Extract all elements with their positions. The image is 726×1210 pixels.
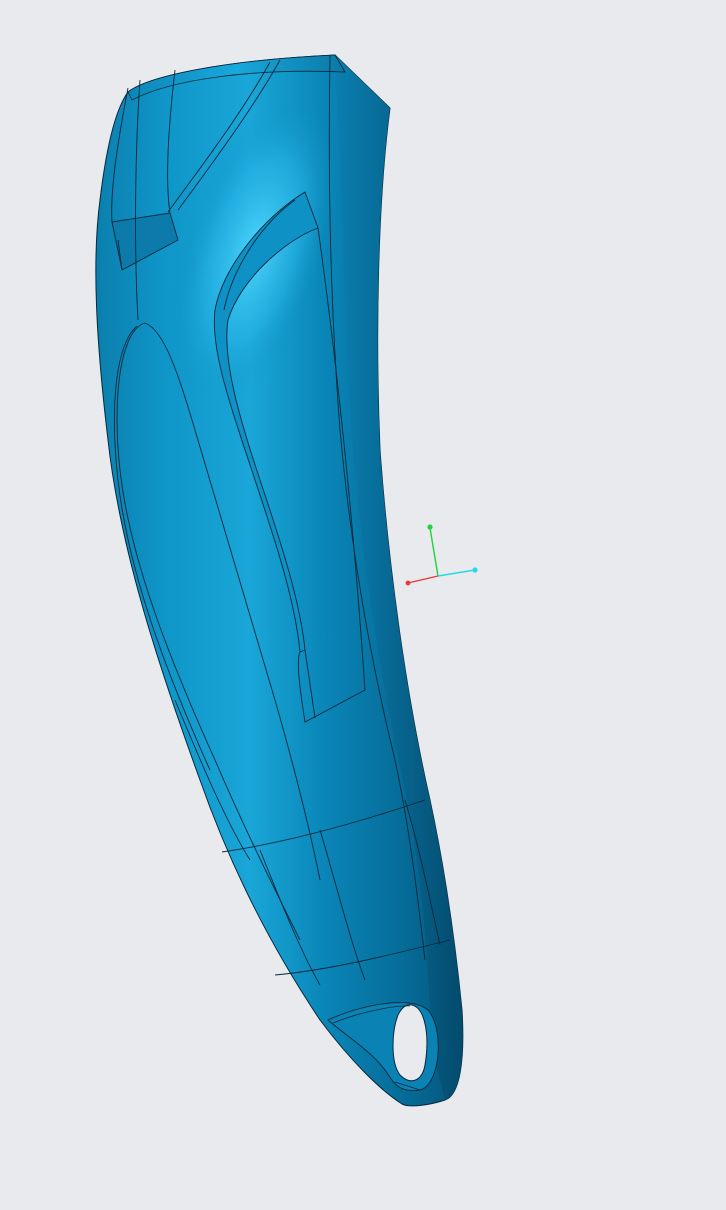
loop-hole bbox=[392, 1004, 428, 1082]
model-canvas[interactable] bbox=[0, 0, 726, 1210]
y-axis-tip bbox=[427, 524, 433, 530]
coordinate-triad-icon bbox=[405, 524, 478, 586]
x-axis-tip bbox=[405, 580, 411, 586]
cad-3d-viewport[interactable] bbox=[0, 0, 726, 1210]
z-axis-tip bbox=[472, 567, 478, 573]
z-axis-line bbox=[437, 569, 476, 577]
y-axis-line bbox=[429, 527, 439, 577]
x-axis-line bbox=[407, 575, 439, 584]
